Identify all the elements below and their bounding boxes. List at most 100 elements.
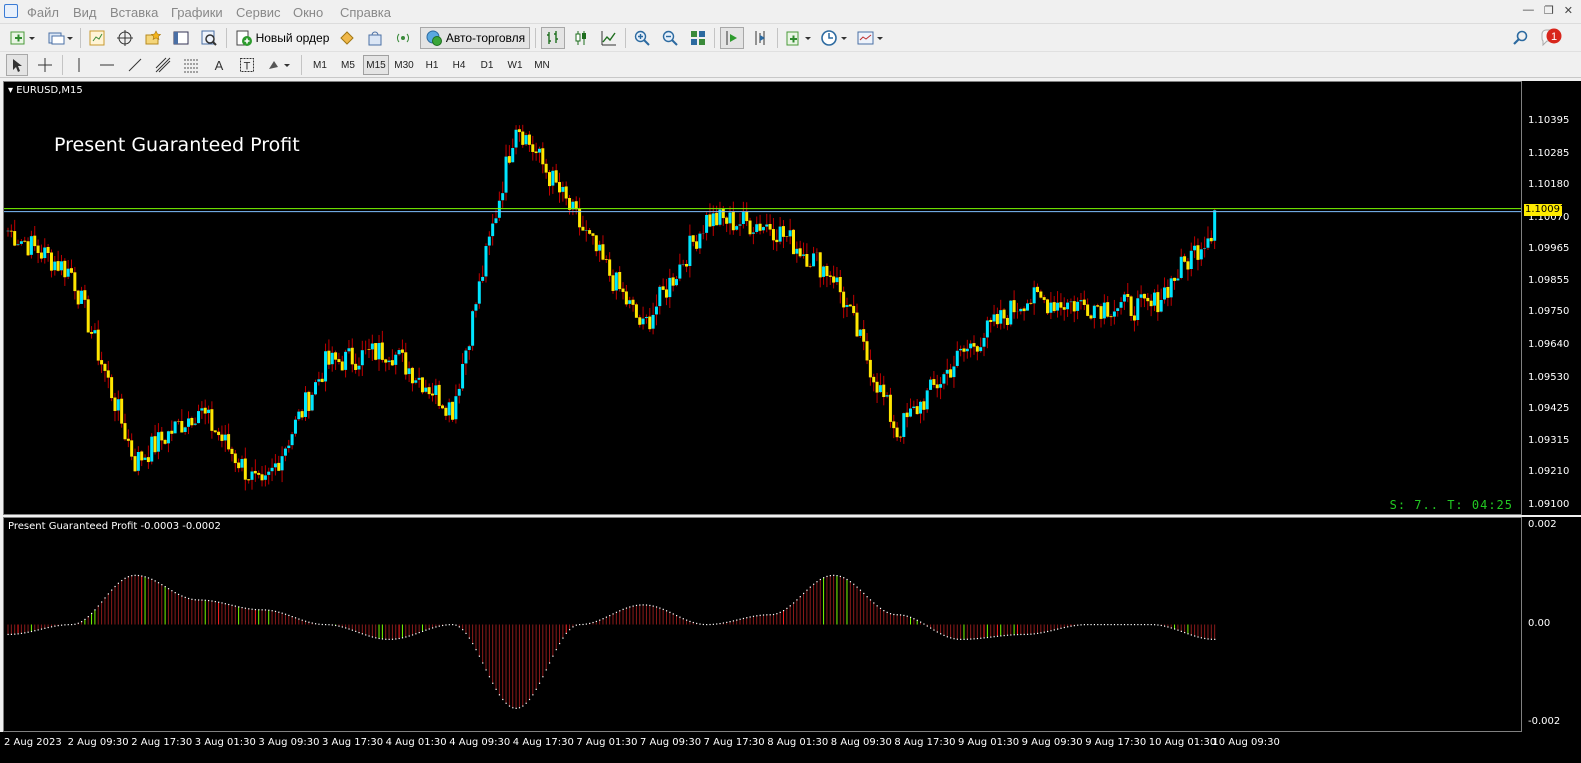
bar-chart-button[interactable] <box>541 27 565 49</box>
notifications-button[interactable]: 1 <box>1538 27 1564 49</box>
time-tick-label: 9 Aug 01:30 <box>958 737 1020 748</box>
strategy-tester-button[interactable] <box>198 27 220 49</box>
minimize-icon[interactable]: — <box>1523 4 1534 17</box>
price-chart[interactable]: ▾ EURUSD,M15 Present Guaranteed Profit S… <box>3 81 1522 515</box>
menu-file[interactable]: Файл <box>27 5 59 20</box>
signal-dot <box>107 593 109 595</box>
signal-dot <box>1087 624 1089 626</box>
signal-dot <box>843 577 845 579</box>
new-chart-button[interactable] <box>6 27 38 49</box>
signal-dot <box>174 592 176 594</box>
menu-charts[interactable]: Графики <box>171 5 223 20</box>
vertical-line-button[interactable] <box>68 54 90 76</box>
zoom-out-button[interactable] <box>658 27 682 49</box>
new-order-button[interactable]: Новый ордер <box>232 27 332 49</box>
signal-dot <box>224 603 226 605</box>
close-icon[interactable]: ✕ <box>1564 4 1573 17</box>
equidistant-channel-button[interactable] <box>152 54 174 76</box>
signal-dot <box>154 580 156 582</box>
timeframe-m5[interactable]: M5 <box>335 55 361 75</box>
timeframe-d1[interactable]: D1 <box>474 55 500 75</box>
signal-dot <box>1174 628 1176 630</box>
templates-button[interactable] <box>854 27 886 49</box>
text-tool-button[interactable]: A <box>208 54 230 76</box>
signal-dot <box>853 583 855 585</box>
fibonacci-button[interactable] <box>180 54 202 76</box>
signal-dot <box>946 636 948 638</box>
menu-view[interactable]: Вид <box>73 5 97 20</box>
market-watch-button[interactable] <box>86 27 108 49</box>
time-tick-label: 2 Aug 2023 <box>4 737 62 748</box>
signal-dot <box>589 622 591 625</box>
signal-dot <box>615 611 618 613</box>
signals-button[interactable] <box>336 27 358 49</box>
signal-dot <box>782 609 785 612</box>
signal-dot <box>84 618 86 621</box>
arrows-button[interactable] <box>264 54 294 76</box>
crosshair-tool-button[interactable] <box>34 54 56 76</box>
time-scale[interactable]: 2 Aug 2023 2 Aug 09:30 2 Aug 17:30 3 Aug 01… <box>0 732 1581 763</box>
zoom-in-button[interactable] <box>630 27 654 49</box>
signal-dot <box>569 629 571 631</box>
search-button[interactable] <box>1510 27 1532 49</box>
app-icon <box>4 4 18 18</box>
menu-tools[interactable]: Сервис <box>236 5 281 20</box>
signal-dot <box>134 574 136 576</box>
data-window-button[interactable] <box>114 27 136 49</box>
signal-dot <box>472 642 474 645</box>
signal-dot <box>418 631 420 634</box>
menu-window[interactable]: Окно <box>293 5 323 20</box>
tile-windows-button[interactable] <box>686 27 710 49</box>
chart-shift-button[interactable] <box>748 27 772 49</box>
horizontal-line-button[interactable] <box>96 54 118 76</box>
signal-broadcast-button[interactable] <box>392 27 414 49</box>
timeframe-h4[interactable]: H4 <box>446 55 472 75</box>
signal-dot <box>1214 638 1216 640</box>
signal-dot <box>121 579 123 582</box>
signal-dot <box>34 630 36 632</box>
signal-dot <box>803 592 805 595</box>
price-scale[interactable]: 1.10395 1.10285 1.10180 1.10070 1.09965 1.098… <box>1522 81 1581 515</box>
timeframe-h1[interactable]: H1 <box>419 55 445 75</box>
indicators-button[interactable] <box>782 27 814 49</box>
trendline-button[interactable] <box>124 54 146 76</box>
signal-dot <box>859 589 862 591</box>
signal-dot <box>779 611 781 613</box>
zoom-in-icon <box>634 30 650 46</box>
timeframe-mn[interactable]: MN <box>529 55 555 75</box>
autotrading-button[interactable]: Авто-торговля <box>420 27 530 49</box>
notification-bubble-icon: 1 <box>1541 28 1562 47</box>
signal-dot <box>1180 630 1182 632</box>
restore-icon[interactable]: ❐ <box>1544 4 1554 17</box>
timeframe-m30[interactable]: M30 <box>391 55 417 75</box>
line-chart-button[interactable] <box>597 27 621 49</box>
timeframe-w1[interactable]: W1 <box>502 55 528 75</box>
timeframe-m15[interactable]: M15 <box>363 55 389 75</box>
text-label-button[interactable]: T <box>236 54 258 76</box>
signal-dot <box>1164 625 1166 627</box>
new-order-label: Новый ордер <box>255 31 330 45</box>
signal-dot <box>104 597 106 599</box>
menu-insert[interactable]: Вставка <box>110 5 158 20</box>
cursor-tool-button[interactable] <box>6 54 28 76</box>
indicator-overlay-title: Present Guaranteed Profit <box>54 134 300 156</box>
terminal-button[interactable] <box>170 27 192 49</box>
signal-dot <box>1003 634 1005 637</box>
signal-dot <box>515 707 517 709</box>
signal-dot <box>950 637 952 639</box>
menu-help[interactable]: Справка <box>340 5 391 20</box>
signal-dot <box>435 626 437 628</box>
indicator-scale[interactable]: 0.002 0.00 -0.002 <box>1522 517 1581 732</box>
signal-dot <box>1006 634 1009 636</box>
crosshair-icon <box>38 58 52 72</box>
navigator-button[interactable] <box>142 27 164 49</box>
tester-magnifier-icon <box>201 30 217 46</box>
symbol-menu-icon[interactable]: ▾ <box>8 85 13 96</box>
auto-scroll-button[interactable] <box>720 27 744 49</box>
profiles-button[interactable] <box>44 27 76 49</box>
indicator-chart[interactable]: Present Guaranteed Profit -0.0003 -0.000… <box>3 517 1522 732</box>
market-button[interactable] <box>364 27 386 49</box>
timeframe-m1[interactable]: M1 <box>307 55 333 75</box>
candlestick-button[interactable] <box>569 27 593 49</box>
periods-button[interactable] <box>818 27 850 49</box>
